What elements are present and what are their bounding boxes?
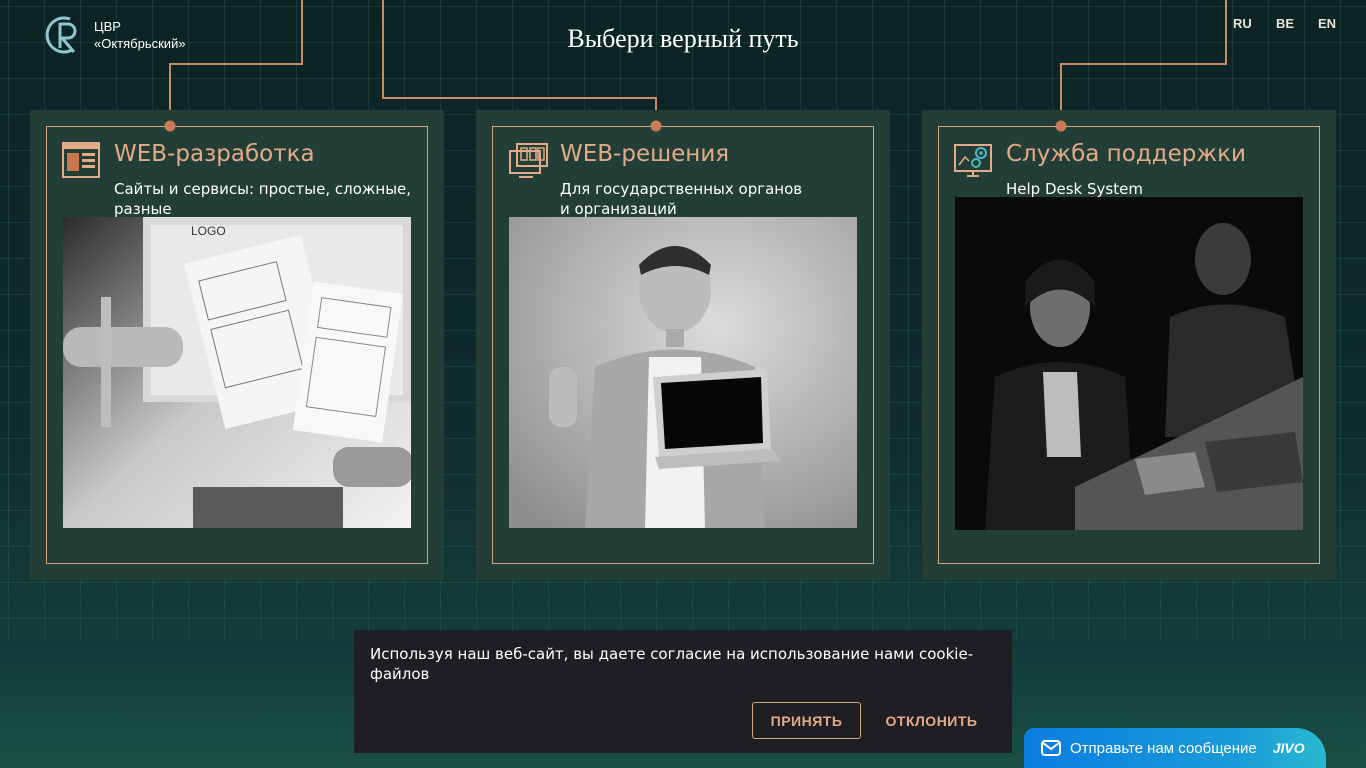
card-support-service[interactable]: Служба поддержки Help Desk System <box>922 110 1336 580</box>
connector-dot <box>164 120 176 132</box>
card-title: WEB-решения <box>560 141 730 167</box>
smiling-man-with-laptop-photo <box>509 217 857 528</box>
connector-line <box>1060 63 1227 65</box>
connector-line <box>382 97 657 99</box>
card-subtitle: Help Desk System <box>1006 180 1143 198</box>
lang-be[interactable]: BE <box>1276 16 1294 31</box>
connector-line <box>169 63 303 65</box>
card-subtitle: Для государственных органов и организаци… <box>560 180 803 218</box>
decline-cookies-button[interactable]: ОТКЛОНИТЬ <box>874 702 989 739</box>
connector-dot <box>1055 120 1067 132</box>
cookie-message: Используя наш веб-сайт, вы даете согласи… <box>370 645 974 683</box>
designer-hands-with-wireframes-photo: LOGO <box>63 217 411 528</box>
svg-text:LOGO: LOGO <box>191 224 226 238</box>
chat-widget-button[interactable]: Отправьте нам сообщение JIVO <box>1024 728 1326 768</box>
message-icon <box>1041 740 1061 756</box>
lang-ru[interactable]: RU <box>1233 16 1252 31</box>
page-title: Выбери верный путь <box>567 24 799 53</box>
chat-label: Отправьте нам сообщение <box>1070 739 1257 757</box>
card-subtitle: Сайты и сервисы: простые, сложные, разны… <box>114 180 412 218</box>
connector-dot <box>650 120 662 132</box>
card-title: Служба поддержки <box>1006 141 1246 167</box>
jivo-logo: JIVO <box>1272 740 1305 756</box>
monitor-gears-icon <box>954 144 992 177</box>
accept-cookies-button[interactable]: ПРИНЯТЬ <box>752 702 861 739</box>
cookie-banner: Используя наш веб-сайт, вы даете согласи… <box>354 630 1012 753</box>
lang-en[interactable]: EN <box>1318 16 1336 31</box>
support-team-working-at-night-photo <box>955 197 1303 530</box>
card-web-development[interactable]: WEB-разработка Сайты и сервисы: простые,… <box>30 110 444 580</box>
card-title: WEB-разработка <box>114 141 315 167</box>
multi-window-icon <box>509 143 548 178</box>
web-layout-icon <box>62 142 100 178</box>
card-web-solutions[interactable]: WEB-решения Для государственных органов … <box>476 110 890 580</box>
